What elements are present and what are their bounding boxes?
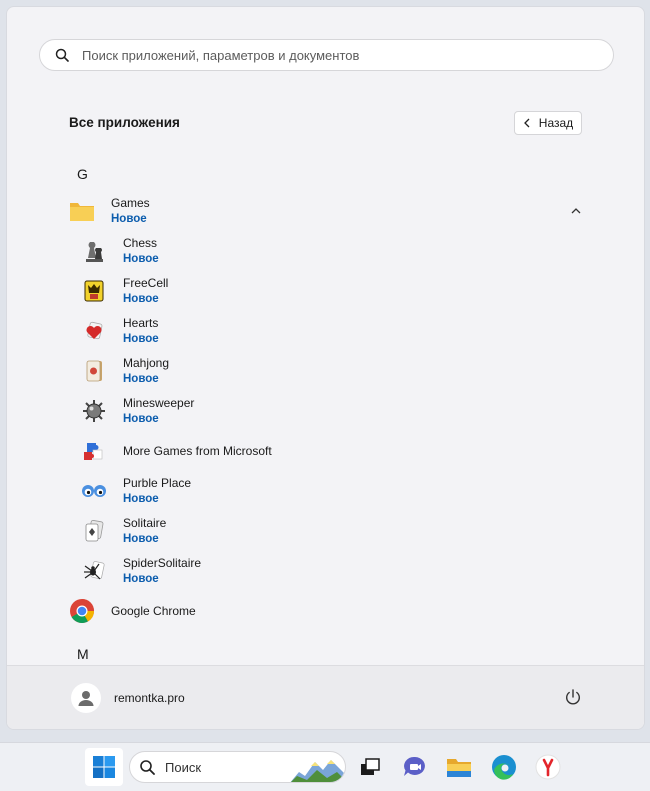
- app-solitaire[interactable]: Solitaire Новое: [81, 513, 166, 549]
- power-icon[interactable]: [564, 688, 582, 706]
- task-view-icon[interactable]: [355, 752, 385, 782]
- search-highlight-image-icon: [290, 760, 345, 782]
- search-icon: [140, 760, 155, 775]
- new-badge: Новое: [123, 573, 159, 585]
- start-menu: Все приложения Назад G Games Новое Chess…: [6, 6, 645, 730]
- app-name: Minesweeper: [123, 396, 195, 410]
- app-google-chrome[interactable]: Google Chrome: [69, 593, 196, 629]
- app-mahjong[interactable]: Mahjong Новое: [81, 353, 169, 389]
- new-badge: Новое: [123, 533, 159, 545]
- spider-icon: [81, 558, 107, 584]
- freecell-icon: [81, 278, 107, 304]
- app-spider-solitaire[interactable]: SpiderSolitaire Новое: [81, 553, 201, 589]
- folder-games[interactable]: Games Новое: [69, 193, 150, 229]
- search-input[interactable]: [82, 47, 582, 63]
- app-name: Mahjong: [123, 356, 170, 370]
- mine-icon: [81, 398, 107, 424]
- app-minesweeper[interactable]: Minesweeper Новое: [81, 393, 194, 429]
- all-apps-title: Все приложения: [69, 115, 180, 130]
- hearts-icon: [81, 318, 107, 344]
- new-badge: Новое: [123, 373, 159, 385]
- app-name: Hearts: [123, 316, 159, 330]
- yandex-browser-icon[interactable]: [533, 752, 563, 782]
- app-name: Games: [111, 196, 150, 210]
- new-badge: Новое: [123, 293, 159, 305]
- edge-browser-icon[interactable]: [489, 752, 519, 782]
- search-box[interactable]: [39, 39, 614, 71]
- folder-icon: [69, 198, 95, 224]
- back-button[interactable]: Назад: [514, 111, 582, 135]
- app-more-games[interactable]: More Games from Microsoft: [81, 433, 272, 469]
- solitaire-icon: [81, 518, 107, 544]
- app-purble-place[interactable]: Purble Place Новое: [81, 473, 191, 509]
- chevron-left-icon: [523, 118, 530, 128]
- user-name[interactable]: remontka.pro: [114, 691, 185, 705]
- app-chess[interactable]: Chess Новое: [81, 233, 159, 269]
- taskbar-search-label: Поиск: [165, 760, 202, 775]
- letter-header-m[interactable]: M: [77, 646, 89, 662]
- app-name: Chess: [123, 236, 158, 250]
- app-name: Google Chrome: [111, 604, 196, 618]
- search-icon: [54, 47, 70, 63]
- windows-logo-icon: [93, 756, 115, 778]
- letter-header-g[interactable]: G: [77, 166, 88, 182]
- chevron-up-icon[interactable]: [570, 205, 582, 217]
- new-badge: Новое: [123, 493, 159, 505]
- puzzle-icon: [81, 438, 107, 464]
- user-icon: [78, 691, 94, 706]
- start-button[interactable]: [85, 748, 123, 786]
- mahjong-icon: [81, 358, 107, 384]
- app-name: Solitaire: [123, 516, 167, 530]
- app-name: SpiderSolitaire: [123, 556, 202, 570]
- new-badge: Новое: [123, 413, 159, 425]
- avatar[interactable]: [71, 683, 101, 713]
- taskbar-search[interactable]: Поиск: [129, 751, 346, 783]
- back-button-label: Назад: [538, 116, 574, 130]
- app-name: FreeCell: [123, 276, 169, 290]
- new-badge: Новое: [111, 213, 147, 225]
- teams-chat-icon[interactable]: [400, 752, 430, 782]
- purble-eyes-icon: [81, 478, 107, 504]
- chess-icon: [81, 238, 107, 264]
- taskbar: Поиск: [0, 742, 650, 791]
- chrome-icon: [69, 598, 95, 624]
- new-badge: Новое: [123, 333, 159, 345]
- app-name: Purble Place: [123, 476, 192, 490]
- start-footer: remontka.pro: [7, 665, 644, 729]
- file-explorer-icon[interactable]: [444, 752, 474, 782]
- new-badge: Новое: [123, 253, 159, 265]
- app-freecell[interactable]: FreeCell Новое: [81, 273, 168, 309]
- app-name: More Games from Microsoft: [123, 444, 272, 458]
- app-hearts[interactable]: Hearts Новое: [81, 313, 159, 349]
